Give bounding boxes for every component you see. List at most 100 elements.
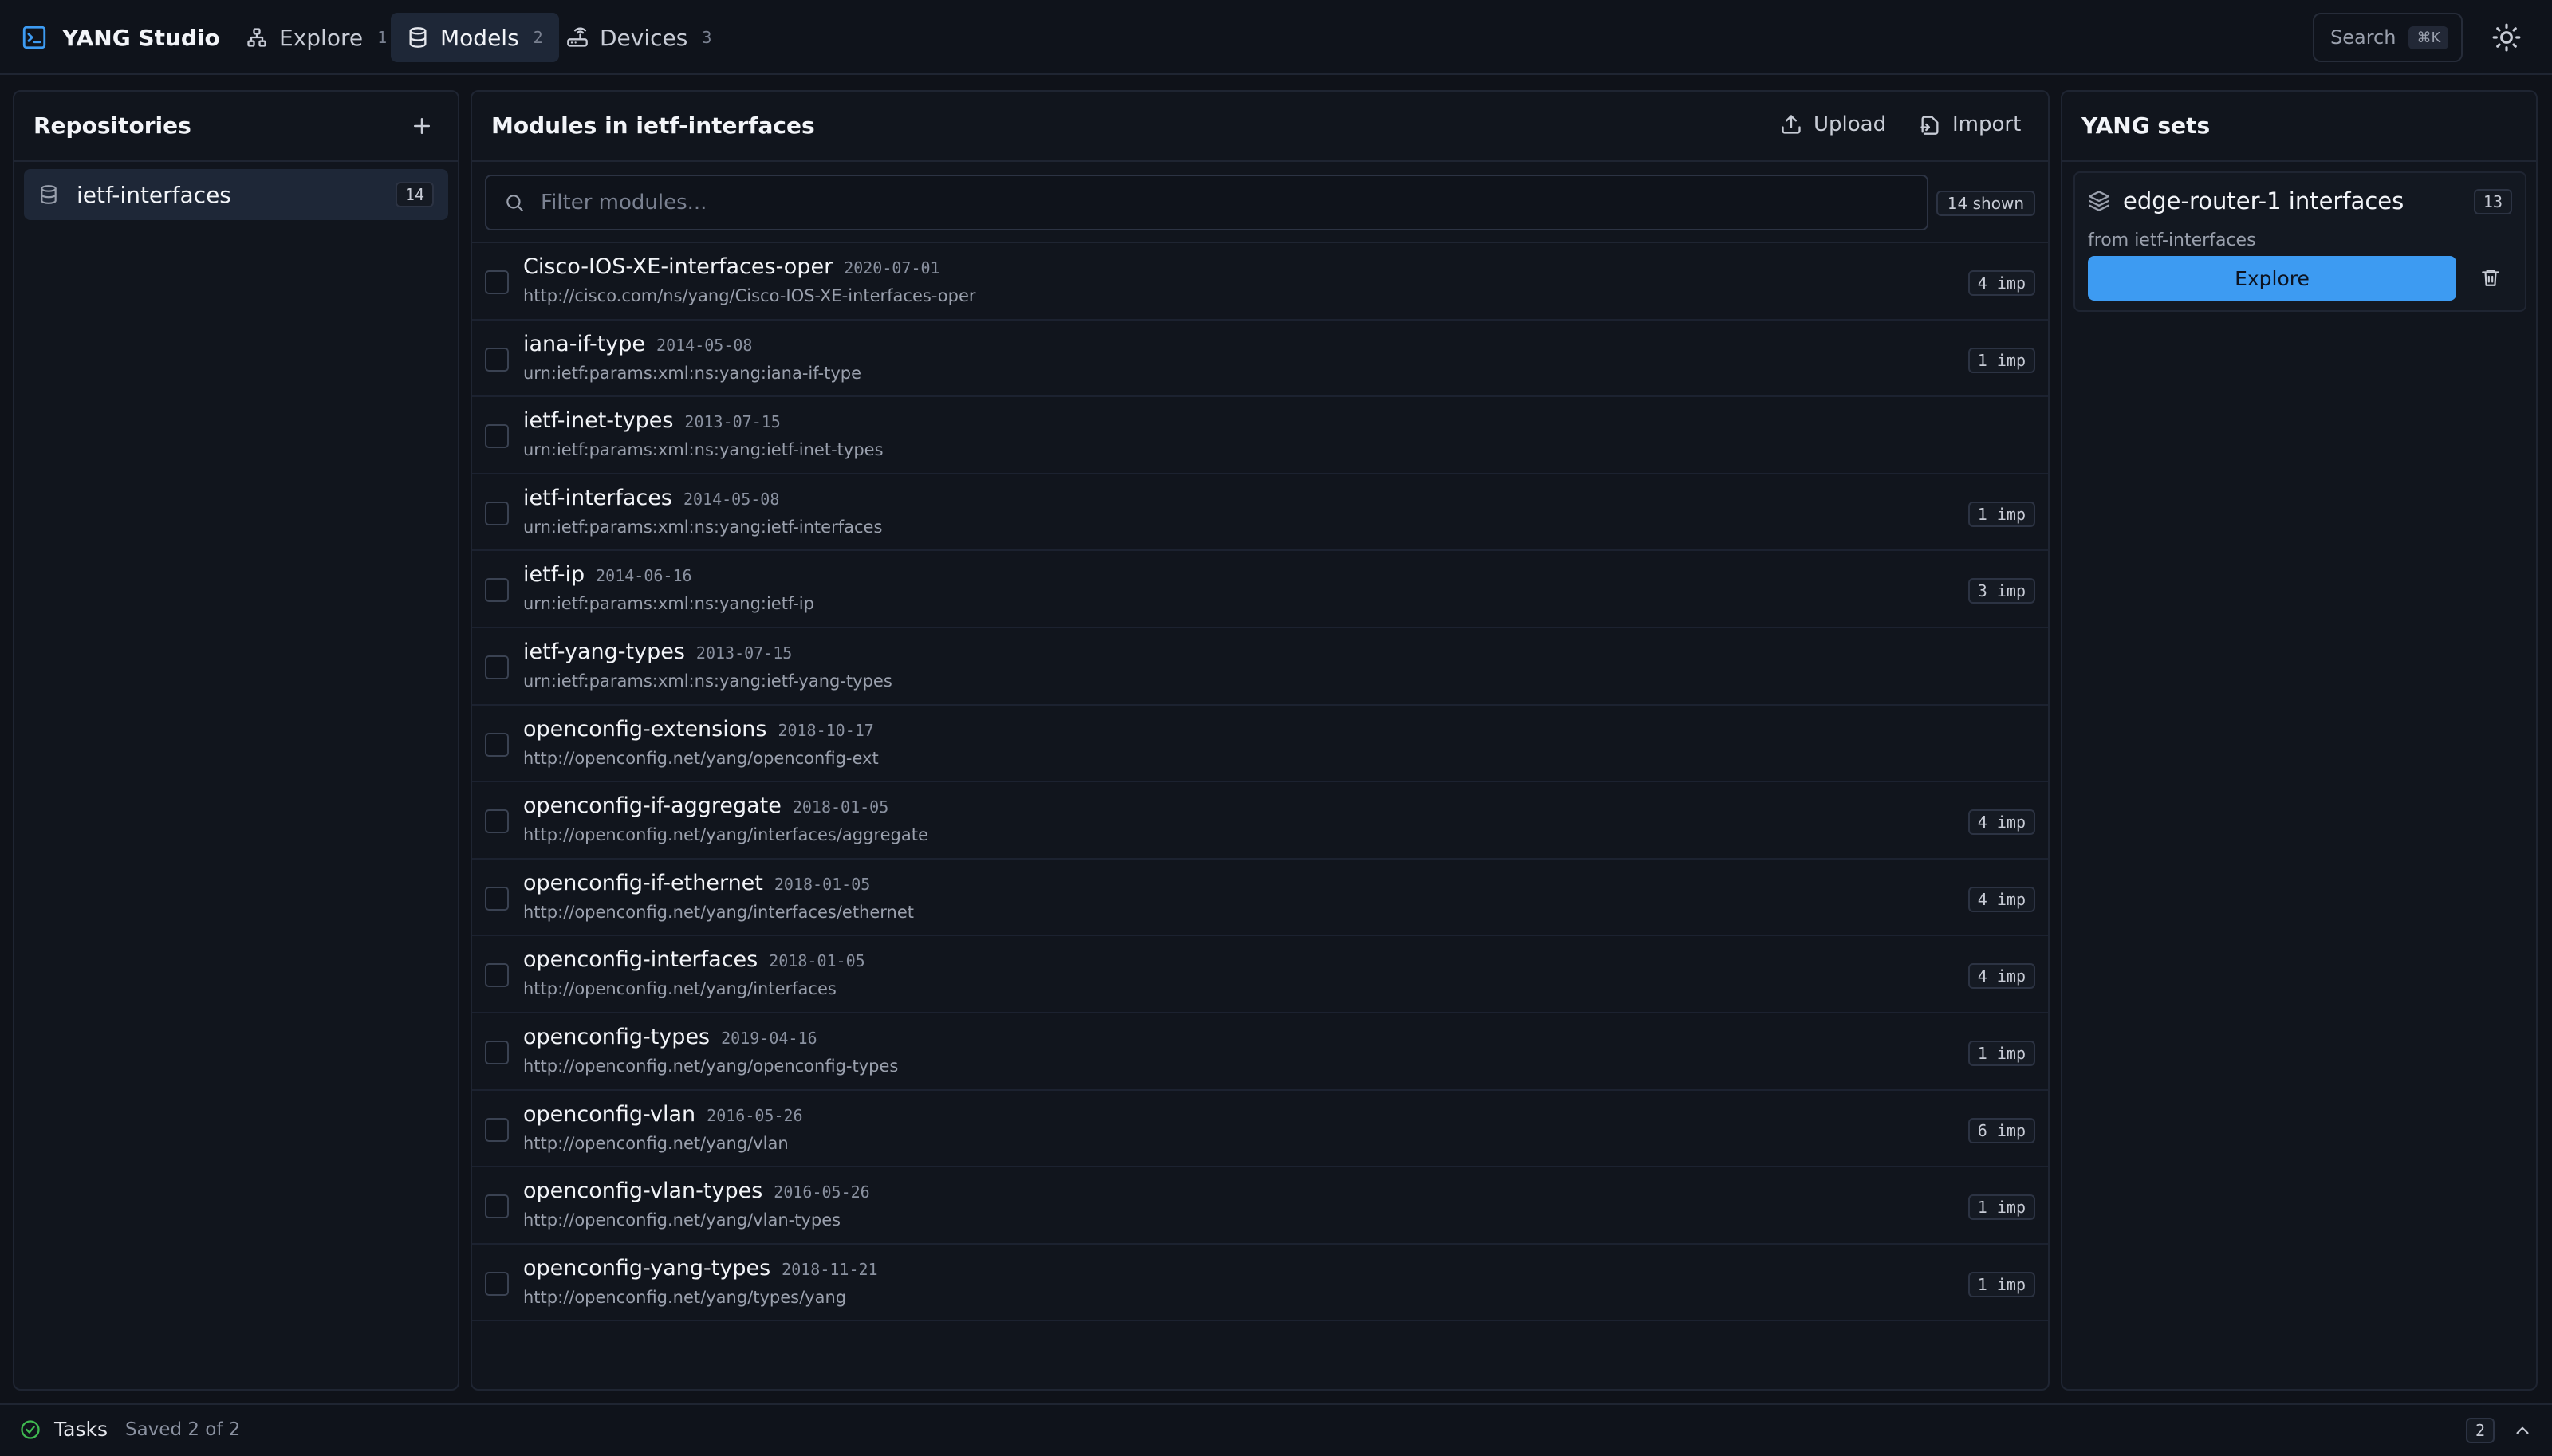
module-name: openconfig-extensions [523,716,767,742]
module-row[interactable]: openconfig-yang-types 2018-11-21 http://op… [472,1245,2048,1322]
module-revision: 2014-05-08 [656,335,753,355]
filter-field[interactable] [485,175,1928,230]
theme-toggle-button[interactable] [2491,22,2522,53]
delete-set-button[interactable] [2480,267,2503,289]
module-revision: 2016-05-26 [707,1105,803,1125]
upload-button[interactable]: Upload [1780,112,1886,136]
repository-name: ietf-interfaces [77,181,231,208]
module-name: openconfig-if-ethernet [523,870,763,895]
module-namespace: http://openconfig.net/yang/interfaces [523,979,837,999]
module-revision: 2018-01-05 [774,874,871,894]
module-revision: 2018-01-05 [769,951,865,971]
module-revision: 2013-07-15 [695,643,793,663]
top-bar: YANG Studio Explore 1 Models 2 Devices 3… [0,0,2552,75]
module-imports-badge: 1 imp [1967,1194,2035,1221]
database-icon [38,184,59,205]
module-checkbox[interactable] [485,1271,509,1296]
module-name: ietf-yang-types [523,639,685,664]
tasks-label: Tasks [54,1418,108,1441]
tab-explore[interactable]: Explore 1 [230,13,403,62]
module-row[interactable]: openconfig-if-ethernet 2018-01-05 http://o… [472,860,2048,937]
upload-icon [1780,113,1802,136]
yang-set-name: edge-router-1 interfaces [2123,187,2404,214]
import-button[interactable]: Import [1919,112,2021,136]
module-namespace: http://openconfig.net/yang/vlan-types [523,1210,841,1230]
module-namespace: http://openconfig.net/yang/openconfig-ex… [523,748,879,768]
repository-count: 14 [395,182,434,207]
yang-set-card[interactable]: edge-router-1 interfaces 13 from ietf-in… [2074,171,2526,312]
brand[interactable]: YANG Studio [21,22,220,53]
modules-panel: Modules in ietf-interfaces Upload Import… [471,90,2050,1391]
module-row[interactable]: openconfig-types 2019-04-16 http://opencon… [472,1013,2048,1091]
module-row[interactable]: ietf-yang-types 2013-07-15 urn:ietf:params… [472,628,2048,706]
layers-icon [2088,190,2110,212]
module-row[interactable]: iana-if-type 2014-05-08 urn:ietf:params:xm… [472,321,2048,398]
module-name: openconfig-types [523,1024,711,1049]
repositories-panel: Repositories ietf-interfaces 14 [13,90,459,1391]
module-row[interactable]: ietf-ip 2014-06-16 urn:ietf:params:xml:ns:… [472,551,2048,628]
module-imports-badge: 1 imp [1967,347,2035,373]
module-row[interactable]: ietf-interfaces 2014-05-08 urn:ietf:params… [472,474,2048,552]
tasks-status: Saved 2 of 2 [124,1419,241,1440]
module-namespace: http://openconfig.net/yang/openconfig-ty… [523,1056,899,1076]
module-checkbox[interactable] [485,1040,509,1064]
module-checkbox[interactable] [485,655,509,679]
module-row[interactable]: openconfig-extensions 2018-10-17 http://op… [472,706,2048,783]
search-button[interactable]: Search ⌘K [2313,13,2463,62]
module-revision: 2014-06-16 [596,566,692,586]
tab-explore-shortcut: 1 [377,28,388,47]
task-count-badge: 2 [2465,1418,2495,1443]
module-name: openconfig-vlan [523,1101,696,1127]
module-imports-badge: 1 imp [1967,1271,2035,1297]
module-row[interactable]: openconfig-if-aggregate 2018-01-05 http://… [472,782,2048,860]
module-revision: 2018-01-05 [792,797,889,817]
upload-label: Upload [1814,112,1887,136]
plus-icon [410,114,434,138]
module-checkbox[interactable] [485,578,509,603]
module-revision: 2018-10-17 [778,720,874,740]
tab-explore-label: Explore [279,24,364,51]
module-checkbox[interactable] [485,424,509,449]
module-checkbox[interactable] [485,809,509,834]
chevron-up-icon[interactable] [2512,1420,2533,1441]
filter-input[interactable] [541,191,1909,214]
module-row[interactable]: openconfig-vlan 2016-05-26 http://openconf… [472,1091,2048,1168]
add-repository-button[interactable] [410,114,434,138]
tab-models[interactable]: Models 2 [391,13,559,62]
module-checkbox[interactable] [485,347,509,372]
module-imports-badge: 4 imp [1967,963,2035,990]
module-revision: 2014-05-08 [683,489,780,509]
module-checkbox[interactable] [485,1194,509,1219]
module-name: ietf-inet-types [523,408,674,434]
database-icon [407,26,429,49]
search-shortcut: ⌘K [2408,26,2449,49]
module-checkbox[interactable] [485,732,509,757]
module-name: ietf-interfaces [523,485,672,510]
module-checkbox[interactable] [485,963,509,988]
module-row[interactable]: openconfig-vlan-types 2016-05-26 http://op… [472,1167,2048,1245]
repository-item[interactable]: ietf-interfaces 14 [24,169,448,220]
module-checkbox[interactable] [485,501,509,525]
search-icon [504,192,525,213]
module-imports-badge: 6 imp [1967,1117,2035,1143]
module-revision: 2020-07-01 [844,258,940,277]
module-name: openconfig-vlan-types [523,1179,763,1204]
explore-button[interactable]: Explore [2088,256,2456,301]
module-imports-badge: 3 imp [1967,578,2035,604]
module-checkbox[interactable] [485,1117,509,1142]
module-row[interactable]: ietf-inet-types 2013-07-15 urn:ietf:params… [472,397,2048,474]
module-checkbox[interactable] [485,886,509,911]
module-revision: 2018-11-21 [782,1259,878,1279]
tab-devices[interactable]: Devices 3 [550,13,727,62]
module-row[interactable]: openconfig-interfaces 2018-01-05 http://op… [472,936,2048,1013]
tasks-toggle[interactable]: Tasks Saved 2 of 2 [19,1418,240,1441]
module-checkbox[interactable] [485,270,509,294]
module-namespace: http://openconfig.net/yang/interfaces/ag… [523,825,928,845]
module-namespace: urn:ietf:params:xml:ns:yang:ietf-yang-ty… [523,671,892,691]
tab-models-label: Models [440,24,519,51]
module-revision: 2013-07-15 [684,412,781,432]
module-imports-badge: 4 imp [1967,886,2035,912]
module-imports-badge: 4 imp [1967,270,2035,296]
module-row[interactable]: Cisco-IOS-XE-interfaces-oper 2020-07-01 ht… [472,243,2048,321]
module-namespace: http://openconfig.net/yang/vlan [523,1133,789,1153]
